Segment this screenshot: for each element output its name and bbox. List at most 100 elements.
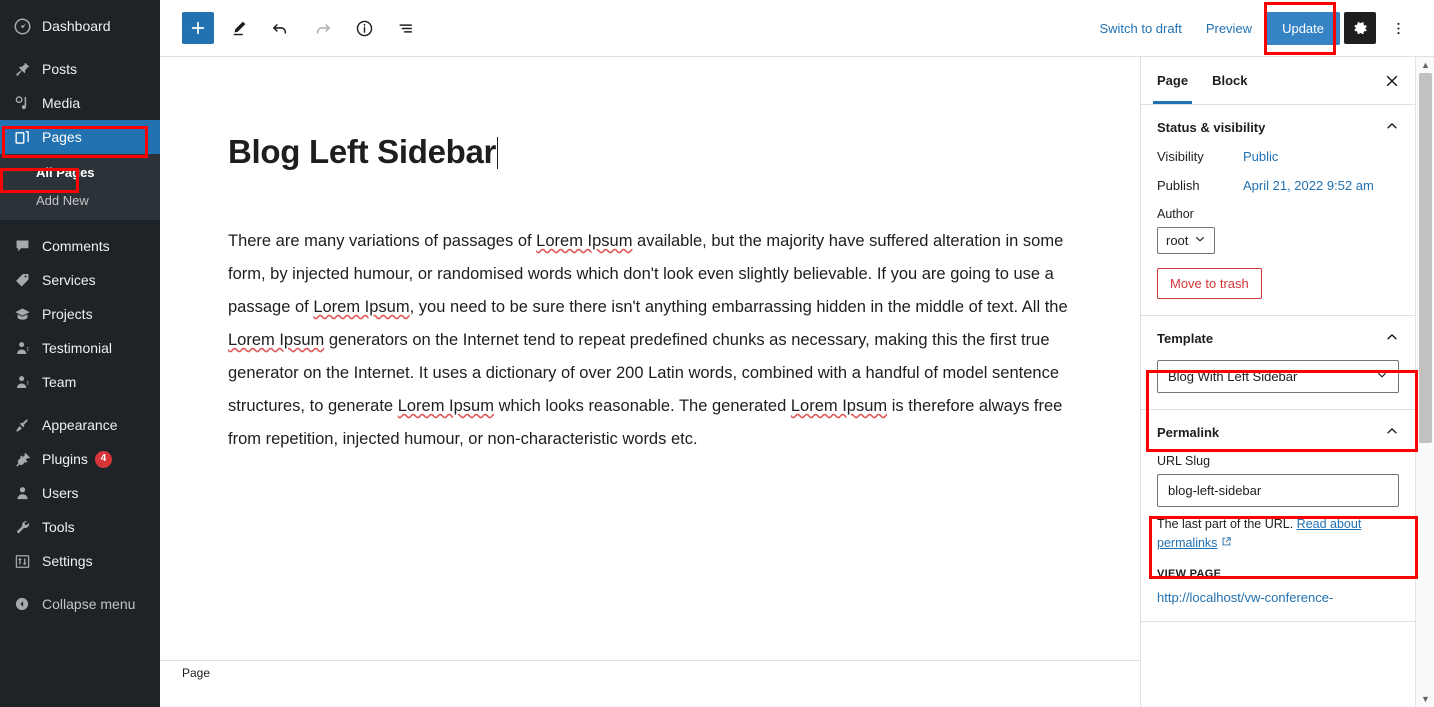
editor-header: Switch to draft Preview Update: [160, 0, 1434, 57]
submenu-item-label: All Pages: [36, 165, 95, 180]
tab-page[interactable]: Page: [1145, 57, 1200, 104]
template-select-value: Blog With Left Sidebar: [1168, 369, 1298, 384]
menu-spacer-top: [0, 0, 160, 9]
panel-title: Permalink: [1157, 424, 1220, 440]
breadcrumb-item-page[interactable]: Page: [182, 666, 210, 680]
settings-tabs: Page Block: [1141, 57, 1415, 105]
sidebar-item-media[interactable]: Media: [0, 86, 160, 120]
sidebar-item-testimonial[interactable]: Testimonial: [0, 331, 160, 365]
editor-toolbar-right: Switch to draft Preview Update: [1089, 10, 1434, 46]
status-visibility-header[interactable]: Status & visibility: [1157, 105, 1399, 149]
publish-date-button[interactable]: April 21, 2022 9:52 am: [1243, 178, 1374, 193]
projects-icon: [10, 304, 34, 324]
author-label: Author: [1157, 207, 1194, 221]
list-view-button[interactable]: [388, 10, 424, 46]
menu-spacer-3: [0, 399, 160, 408]
brush-icon: [10, 415, 34, 435]
author-select[interactable]: root: [1157, 227, 1216, 254]
switch-to-draft-button[interactable]: Switch to draft: [1089, 15, 1191, 42]
url-slug-label: URL Slug: [1157, 454, 1211, 468]
sidebar-item-label: Appearance: [42, 417, 118, 433]
sidebar-item-services[interactable]: Services: [0, 263, 160, 297]
template-header[interactable]: Template: [1157, 316, 1399, 360]
publish-row: Publish April 21, 2022 9:52 am: [1157, 178, 1399, 193]
external-link-icon: [1221, 536, 1232, 550]
details-info-button[interactable]: [346, 10, 382, 46]
editor-canvas[interactable]: Blog Left Sidebar There are many variati…: [160, 57, 1281, 684]
media-icon: [10, 93, 34, 113]
sidebar-item-pages[interactable]: Pages: [0, 120, 160, 154]
sidebar-item-dashboard[interactable]: Dashboard: [0, 9, 160, 43]
trash-row: Move to trash: [1157, 268, 1399, 299]
visibility-label: Visibility: [1157, 149, 1204, 164]
chevron-down-icon: [1194, 233, 1206, 248]
submenu-item-add-new[interactable]: Add New: [0, 187, 160, 215]
tools-pencil-button[interactable]: [220, 10, 256, 46]
sidebar-item-settings[interactable]: Settings: [0, 544, 160, 578]
author-select-value: root: [1166, 233, 1189, 248]
sidebar-item-label: Testimonial: [42, 340, 113, 356]
sidebar-item-team[interactable]: Team: [0, 365, 160, 399]
undo-button[interactable]: [262, 10, 298, 46]
tag-icon: [10, 270, 34, 290]
triangle-up-icon[interactable]: ▲: [1416, 57, 1434, 73]
sidebar-item-label: Projects: [42, 306, 93, 322]
preview-button[interactable]: Preview: [1196, 15, 1262, 42]
permalink-header[interactable]: Permalink: [1157, 410, 1399, 454]
scrollbar-thumb[interactable]: [1419, 73, 1432, 443]
tab-block[interactable]: Block: [1200, 57, 1259, 104]
update-button[interactable]: Update: [1266, 11, 1340, 45]
url-slug-input[interactable]: [1157, 474, 1399, 507]
sidebar-scrollbar[interactable]: ▲ ▼: [1415, 57, 1434, 707]
sidebar-item-users[interactable]: Users: [0, 476, 160, 510]
admin-sidebar: Dashboard Posts Media Pages All Pages Ad…: [0, 0, 160, 707]
view-page-url-link[interactable]: http://localhost/vw-conference-: [1157, 590, 1399, 605]
sidebar-item-label: Tools: [42, 519, 75, 535]
sidebar-item-label: Media: [42, 95, 81, 111]
template-panel: Template Blog With Left Sidebar: [1141, 316, 1415, 410]
spellcheck-word: Lorem Ipsum: [313, 298, 410, 316]
sidebar-item-tools[interactable]: Tools: [0, 510, 160, 544]
chevron-up-icon: [1385, 424, 1399, 441]
sidebar-item-label: Posts: [42, 61, 78, 77]
template-select[interactable]: Blog With Left Sidebar: [1157, 360, 1399, 393]
plugin-icon: [10, 449, 34, 469]
paragraph-block[interactable]: There are many variations of passages of…: [228, 225, 1073, 456]
move-to-trash-button[interactable]: Move to trash: [1157, 268, 1262, 299]
visibility-row: Visibility Public: [1157, 149, 1399, 164]
sidebar-item-appearance[interactable]: Appearance: [0, 408, 160, 442]
text-caret: [497, 137, 499, 169]
wordpress-block-editor: Dashboard Posts Media Pages All Pages Ad…: [0, 0, 1434, 707]
editor-toolbar-left: [160, 10, 424, 46]
wrench-icon: [10, 517, 34, 537]
pin-icon: [10, 59, 34, 79]
redo-button[interactable]: [304, 10, 340, 46]
settings-icon: [10, 551, 34, 571]
visibility-value-button[interactable]: Public: [1243, 149, 1278, 164]
page-title-text: Blog Left Sidebar: [228, 133, 497, 170]
page-title-field[interactable]: Blog Left Sidebar: [228, 133, 1128, 171]
add-block-button[interactable]: [182, 12, 214, 44]
sidebar-item-comments[interactable]: Comments: [0, 229, 160, 263]
spellcheck-word: Lorem Ipsum: [228, 331, 325, 349]
collapse-icon: [10, 594, 34, 614]
sidebar-item-label: Pages: [42, 129, 82, 145]
editor-region: Switch to draft Preview Update Blog Left…: [160, 0, 1434, 707]
triangle-down-icon[interactable]: ▼: [1416, 691, 1434, 707]
submenu-item-all-pages[interactable]: All Pages: [0, 159, 160, 187]
sidebar-item-collapse-menu[interactable]: Collapse menu: [0, 587, 160, 621]
close-icon[interactable]: [1377, 66, 1407, 96]
panel-title: Template: [1157, 330, 1214, 346]
more-options-button[interactable]: [1380, 10, 1416, 46]
sidebar-item-plugins[interactable]: Plugins 4: [0, 442, 160, 476]
menu-spacer-4: [0, 578, 160, 587]
sidebar-item-posts[interactable]: Posts: [0, 52, 160, 86]
sidebar-item-label: Users: [42, 485, 79, 501]
menu-spacer-2: [0, 220, 160, 229]
team-icon: [10, 372, 34, 392]
sidebar-item-label: Dashboard: [42, 18, 111, 34]
spellcheck-word: Lorem Ipsum: [397, 397, 494, 415]
sidebar-item-projects[interactable]: Projects: [0, 297, 160, 331]
settings-gear-button[interactable]: [1344, 12, 1376, 44]
chevron-down-icon: [1376, 369, 1388, 384]
